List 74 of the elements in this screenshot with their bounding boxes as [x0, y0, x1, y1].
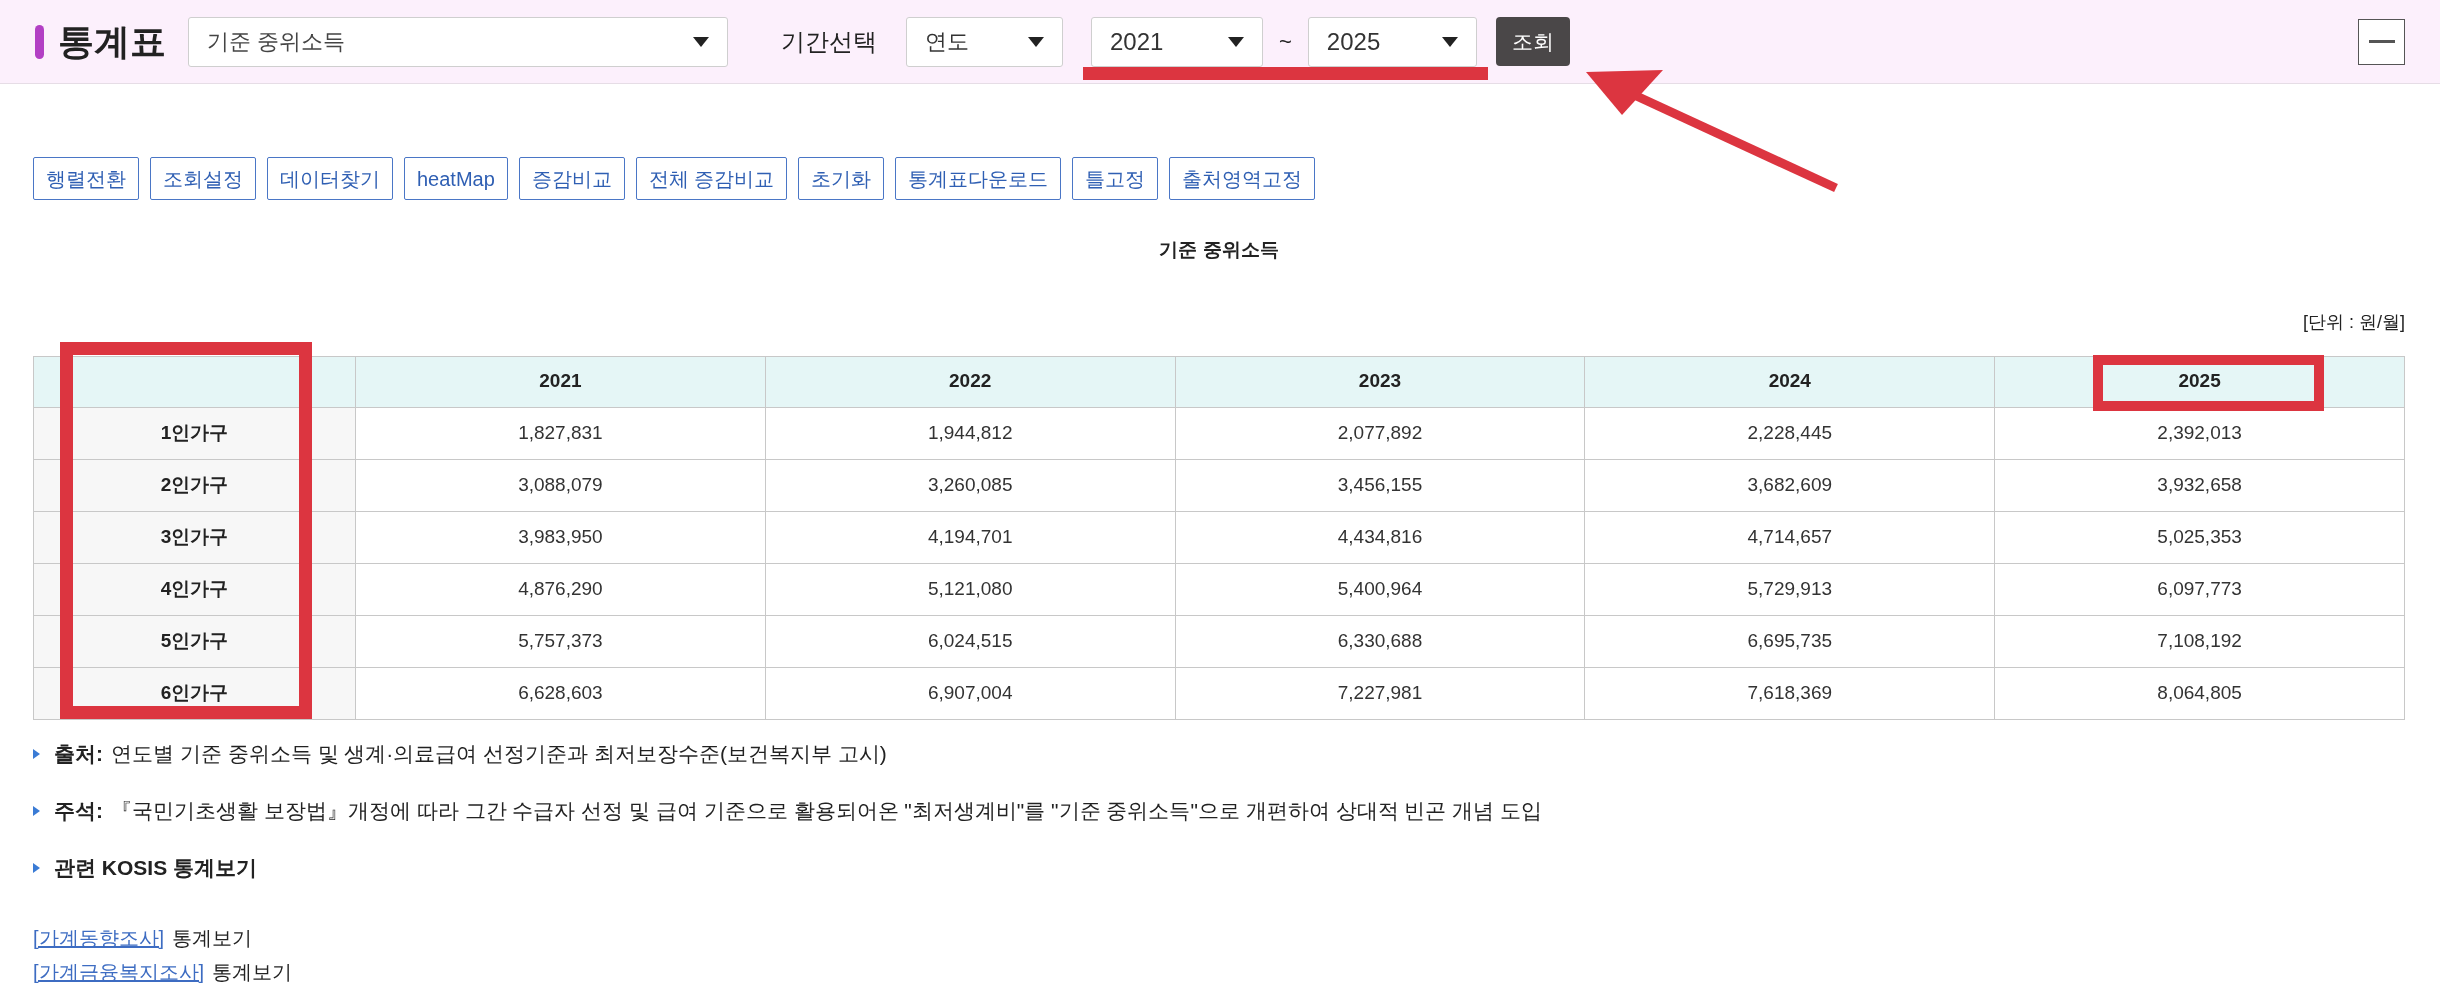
table-cell: 4,194,701 — [765, 511, 1176, 563]
table-cell: 5,400,964 — [1175, 563, 1585, 615]
table-cell: 1,944,812 — [765, 407, 1176, 459]
note-label: 주석: — [54, 798, 103, 825]
table-cell: 6,330,688 — [1175, 615, 1585, 667]
table-cell: 3,932,658 — [1994, 459, 2405, 511]
table-cell: 4,876,290 — [355, 563, 766, 615]
table-cell: 6,628,603 — [355, 667, 766, 719]
select-field[interactable]: 2025 — [1307, 16, 1477, 67]
table-cell: 1,827,831 — [355, 407, 766, 459]
toolbar-button[interactable]: 통계표다운로드 — [895, 157, 1062, 200]
unit-label: [단위 : 원/월] — [2303, 310, 2405, 334]
toolbar-button[interactable]: 출처영역고정 — [1169, 157, 1316, 200]
caret-icon — [1228, 36, 1244, 47]
note-text: 『국민기초생활 보장법』개정에 따라 그간 수급자 선정 및 급여 기준으로 활용되어온 "최저생계비"를 "기준 중위소득"으로 개편하여 상대적 빈곤 개념 도입 — [111, 798, 1542, 825]
caret-icon — [1441, 36, 1458, 47]
table-cell: 6,695,735 — [1584, 615, 1995, 667]
table-cell: 2,228,445 — [1584, 407, 1995, 459]
table-cell: 7,618,369 — [1584, 667, 1995, 719]
toolbar-button[interactable]: 초기화 — [798, 157, 885, 200]
table-cell: 4,714,657 — [1584, 511, 1995, 563]
toolbar-button[interactable]: 조회설정 — [150, 157, 256, 200]
table-cell: 3,682,609 — [1584, 459, 1995, 511]
minimize-button[interactable] — [2358, 18, 2405, 65]
link-suffix: 통계보기 — [212, 959, 293, 985]
column-header: 2025 — [1994, 356, 2405, 407]
note-label: 관련 KOSIS 통계보기 — [54, 855, 258, 882]
select-field[interactable]: 2021 — [1091, 16, 1263, 67]
bullet-icon — [33, 749, 40, 759]
column-header: 2021 — [355, 356, 766, 407]
caret-icon — [693, 36, 709, 47]
toolbar-button[interactable]: 행렬전환 — [33, 157, 139, 200]
table-cell: 6,024,515 — [765, 615, 1176, 667]
toolbar-button[interactable]: 증감비교 — [518, 157, 625, 200]
note-text: 연도별 기준 중위소득 및 생계·의료급여 선정기준과 최저보장수준(보건복지부 고시) — [111, 741, 887, 768]
table-cell: 5,025,353 — [1994, 511, 2405, 563]
note-label: 출처: — [54, 741, 103, 768]
toolbar-button[interactable]: 데이터찾기 — [267, 157, 393, 200]
search-button[interactable]: 조회 — [1495, 17, 1570, 66]
table-cell: 7,108,192 — [1994, 615, 2405, 667]
bullet-icon — [33, 863, 40, 873]
bullet-icon — [33, 806, 40, 816]
table-cell: 2,077,892 — [1175, 407, 1585, 459]
table-cell: 3,260,085 — [765, 459, 1176, 511]
toolbar-button[interactable]: 전체 증감비교 — [635, 157, 788, 200]
table-cell: 7,227,981 — [1175, 667, 1585, 719]
table-cell: 5,729,913 — [1584, 563, 1995, 615]
title-bar-mark — [35, 24, 44, 59]
period-label: 기간선택 — [781, 26, 877, 57]
link-suffix: 통계보기 — [172, 925, 253, 951]
column-header: 2022 — [765, 356, 1176, 407]
table-cell: 3,983,950 — [355, 511, 766, 563]
column-header: 2023 — [1175, 356, 1585, 407]
toolbar-button[interactable]: 틀고정 — [1072, 157, 1159, 200]
table-cell: 3,456,155 — [1175, 459, 1585, 511]
range-separator: ~ — [1279, 28, 1292, 56]
table-title: 기준 중위소득 — [1158, 238, 1280, 262]
select-field[interactable]: 기준 중위소득 — [188, 16, 728, 67]
table-cell: 6,907,004 — [765, 667, 1176, 719]
table-cell: 8,064,805 — [1994, 667, 2405, 719]
table-cell: 5,121,080 — [765, 563, 1176, 615]
related-link[interactable]: [가계금융복지조사] — [33, 956, 205, 987]
table-cell: 3,088,079 — [355, 459, 766, 511]
column-header: 2024 — [1584, 356, 1995, 407]
table-cell: 4,434,816 — [1175, 511, 1585, 563]
table-cell: 5,757,373 — [355, 615, 766, 667]
minus-icon — [2368, 40, 2395, 43]
table-cell: 2,392,013 — [1994, 407, 2405, 459]
page-title: 통계표 — [58, 19, 166, 64]
select-field[interactable]: 연도 — [906, 16, 1063, 67]
table-cell: 6,097,773 — [1994, 563, 2405, 615]
caret-icon — [1028, 36, 1044, 47]
toolbar-button[interactable]: heatMap — [404, 157, 508, 200]
related-link[interactable]: [가계동향조사] — [33, 922, 165, 953]
